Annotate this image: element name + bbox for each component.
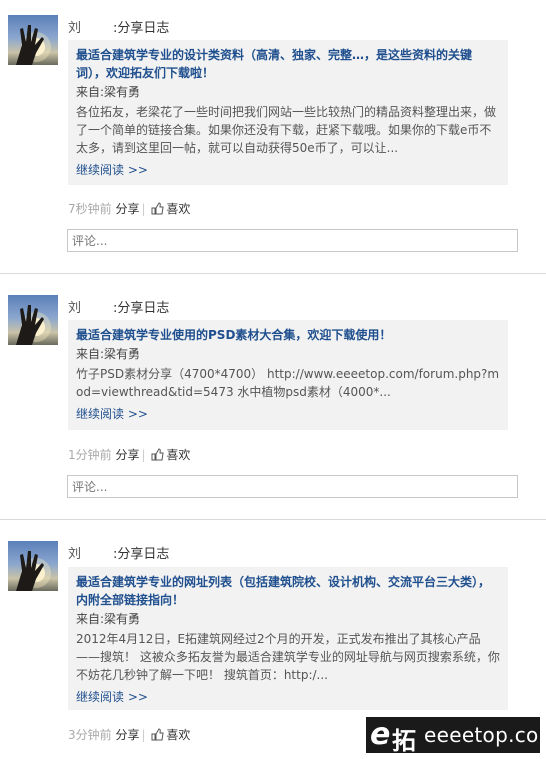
post-header: 刘 :分享日志 [68, 543, 169, 562]
shared-blog-card: 最适合建筑学专业的网址列表（包括建筑院校、设计机构、交流平台三大类），内附全部链… [68, 567, 508, 710]
like-label: 喜欢 [166, 202, 191, 216]
blog-excerpt: 竹子PSD素材分享（4700*4700） http://www.eeeetop.… [76, 367, 500, 399]
post-meta: 3分钟前 分享 | 喜欢 [68, 728, 191, 742]
action-label: :分享日志 [113, 21, 170, 36]
avatar[interactable] [8, 295, 58, 345]
read-more-link[interactable]: 继续阅读 >> [76, 161, 500, 179]
avatar-hand-icon [16, 551, 51, 591]
watermark-domain: eeeetop.com [424, 723, 546, 747]
source-user-link[interactable]: 梁有勇 [104, 347, 140, 361]
source-line: 来自:梁有勇 [76, 610, 500, 628]
from-label: 来自: [76, 612, 105, 626]
thumbs-up-icon [151, 448, 164, 461]
post-meta: 7秒钟前 分享 | 喜欢 [68, 202, 191, 216]
timestamp: 3分钟前 [68, 728, 112, 742]
divider [0, 519, 546, 520]
shared-blog-card: 最适合建筑学专业的设计类资料（高清、独家、完整…，是这些资料的关键词），欢迎拓友… [68, 40, 508, 185]
source-user-link[interactable]: 梁有勇 [104, 612, 140, 626]
divider [0, 273, 546, 274]
share-button[interactable]: 分享 [115, 202, 139, 216]
shared-blog-card: 最适合建筑学专业使用的PSD素材大合集，欢迎下载使用！ 来自:梁有勇 竹子PSD… [68, 320, 508, 430]
avatar[interactable] [8, 541, 58, 591]
action-label: :分享日志 [113, 547, 170, 562]
blog-title[interactable]: 最适合建筑学专业的设计类资料（高清、独家、完整…，是这些资料的关键词），欢迎拓友… [76, 46, 500, 82]
like-label: 喜欢 [166, 448, 191, 462]
post-header: 刘 :分享日志 [68, 297, 169, 316]
like-label: 喜欢 [166, 728, 191, 742]
timestamp: 7秒钟前 [68, 202, 112, 216]
post-header: 刘 :分享日志 [68, 17, 169, 36]
read-more-link[interactable]: 继续阅读 >> [76, 688, 500, 706]
watermark-cn: 拓 [392, 727, 416, 755]
author-name[interactable]: 刘 [68, 547, 81, 562]
like-button[interactable]: 喜欢 [151, 448, 190, 462]
share-button[interactable]: 分享 [115, 728, 139, 742]
avatar-hand-icon [16, 25, 51, 65]
comment-input[interactable] [67, 475, 518, 498]
from-label: 来自: [76, 347, 105, 361]
comment-input[interactable] [67, 229, 518, 252]
timestamp: 1分钟前 [68, 448, 112, 462]
like-button[interactable]: 喜欢 [151, 202, 190, 216]
read-more-link[interactable]: 继续阅读 >> [76, 405, 500, 423]
blog-title[interactable]: 最适合建筑学专业的网址列表（包括建筑院校、设计机构、交流平台三大类），内附全部链… [76, 573, 500, 609]
source-line: 来自:梁有勇 [76, 83, 500, 101]
post-meta: 1分钟前 分享 | 喜欢 [68, 448, 191, 462]
author-name[interactable]: 刘 [68, 21, 81, 36]
action-label: :分享日志 [113, 301, 170, 316]
blog-excerpt: 各位拓友，老梁花了一些时间把我们网站一些比较热门的精品资料整理出来，做了一个简单… [76, 105, 497, 155]
blog-title[interactable]: 最适合建筑学专业使用的PSD素材大合集，欢迎下载使用！ [76, 326, 500, 344]
blog-excerpt: 2012年4月12日，E拓建筑网经过2个月的开发，正式发布推出了其核心产品——搜… [76, 632, 500, 682]
author-name[interactable]: 刘 [68, 301, 81, 316]
avatar-hand-icon [16, 305, 51, 345]
thumbs-up-icon [151, 728, 164, 741]
source-user-link[interactable]: 梁有勇 [104, 85, 140, 99]
avatar[interactable] [8, 15, 58, 65]
thumbs-up-icon [151, 202, 164, 215]
from-label: 来自: [76, 85, 105, 99]
share-button[interactable]: 分享 [115, 448, 139, 462]
like-button[interactable]: 喜欢 [151, 728, 190, 742]
eeeetop-watermark-logo: e 拓 eeeetop.com [366, 717, 546, 755]
watermark-e: e [370, 717, 391, 752]
source-line: 来自:梁有勇 [76, 345, 500, 363]
